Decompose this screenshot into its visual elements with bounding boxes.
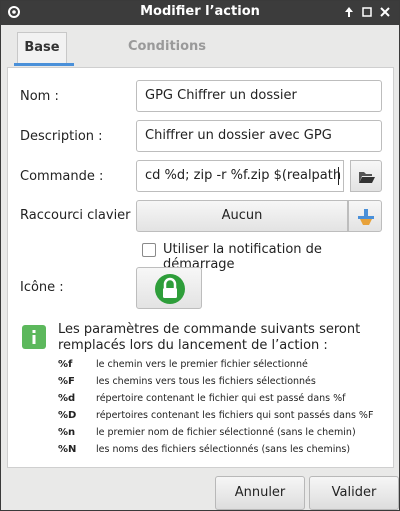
text-caret <box>338 167 339 185</box>
tab-bar: Base Conditions d’apparition <box>7 32 394 84</box>
close-icon[interactable] <box>377 4 393 20</box>
variable-description: répertoires contenant les fichiers qui s… <box>96 410 374 421</box>
folder-open-icon <box>358 169 376 189</box>
description-label: Description : <box>20 129 103 144</box>
variable-description: répertoire contenant le fichier qui est … <box>96 393 346 404</box>
arrow-up-icon[interactable] <box>341 4 357 20</box>
ok-button[interactable]: Valider <box>309 476 399 510</box>
dialog-window: Modifier l’action Base Conditions d’appa… <box>0 0 400 511</box>
command-field[interactable]: cd %d; zip -r %f.zip $(realpath -- <box>136 160 344 192</box>
variable-row: %D répertoires contenant les fichiers qu… <box>58 410 388 427</box>
variable-row: %d répertoire contenant le fichier qui e… <box>58 393 388 410</box>
icon-label: Icône : <box>20 280 64 295</box>
shortcut-button[interactable]: Aucun <box>136 200 348 232</box>
variable-description: le chemin vers le premier fichier sélect… <box>96 359 308 370</box>
info-icon <box>22 325 46 349</box>
maximize-icon[interactable] <box>359 4 375 20</box>
variable-code: %N <box>58 444 77 455</box>
titlebar[interactable]: Modifier l’action <box>1 1 399 25</box>
active-tab-indicator <box>14 63 74 66</box>
lock-icon <box>154 273 186 305</box>
tab-conditions[interactable]: Conditions d’apparition <box>87 32 247 84</box>
startup-notification-checkbox[interactable] <box>142 243 156 257</box>
variable-code: %D <box>58 410 77 421</box>
icon-picker-button[interactable] <box>136 267 202 309</box>
shortcut-label: Raccourci clavier : <box>20 208 140 223</box>
variable-description: le premier nom de fichier sélectionné (s… <box>96 427 356 438</box>
tab-base-label: Base <box>24 40 60 55</box>
variable-row: %N les noms des fichiers sélectionnés (s… <box>58 444 388 461</box>
window-title: Modifier l’action <box>140 4 260 19</box>
clear-shortcut-button[interactable] <box>348 200 382 232</box>
variable-row: %F les chemins vers tous les fichiers sé… <box>58 376 388 393</box>
clear-icon <box>357 208 375 230</box>
info-intro: Les paramètres de commande suivants sero… <box>58 322 361 353</box>
command-label: Commande : <box>20 169 104 184</box>
variable-description: les noms des fichiers sélectionnés (sans… <box>96 444 351 455</box>
variable-code: %f <box>58 359 73 370</box>
name-field[interactable]: GPG Chiffrer un dossier <box>136 80 382 112</box>
cancel-button[interactable]: Annuler <box>215 476 305 510</box>
variable-code: %d <box>58 393 76 404</box>
description-field[interactable]: Chiffrer un dossier avec GPG <box>136 120 382 152</box>
tab-base[interactable]: Base <box>14 32 74 66</box>
command-value: cd %d; zip -r %f.zip $(realpath -- <box>145 168 344 183</box>
variable-row: %f le chemin vers le premier fichier sél… <box>58 359 388 376</box>
variable-code: %F <box>58 376 75 387</box>
variable-code: %n <box>58 427 76 438</box>
variable-row: %n le premier nom de fichier sélectionné… <box>58 427 388 444</box>
base-panel: Nom : GPG Chiffrer un dossier Descriptio… <box>7 67 394 468</box>
variable-description: les chemins vers tous les fichiers sélec… <box>96 376 316 387</box>
variables-list: %f le chemin vers le premier fichier sél… <box>58 359 388 461</box>
browse-button[interactable] <box>350 160 382 192</box>
name-label: Nom : <box>20 89 59 104</box>
